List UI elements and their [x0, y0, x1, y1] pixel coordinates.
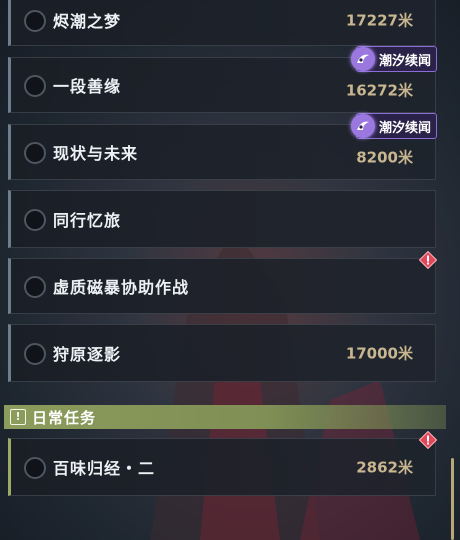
quest-row[interactable]: 现状与未来 8200米 潮汐续闻	[8, 113, 437, 180]
quest-name: 烬潮之梦	[53, 12, 122, 31]
quest-name: 现状与未来	[53, 144, 139, 163]
quest-row[interactable]: 同行忆旅	[8, 190, 436, 248]
quest-checkbox[interactable]	[24, 10, 46, 32]
quest-distance: 17227米	[345, 11, 413, 30]
quest-checkbox[interactable]	[24, 276, 46, 298]
tidal-tag-label: 潮汐续闻	[378, 53, 431, 69]
exclamation-icon: !	[10, 409, 26, 425]
tidal-tag: 潮汐续闻	[350, 46, 437, 72]
quest-checkbox[interactable]	[24, 75, 46, 97]
daily-section-header[interactable]: ! 日常任务	[4, 405, 446, 429]
alert-icon	[419, 251, 437, 269]
quest-checkbox[interactable]	[24, 343, 46, 365]
quest-name: 虚质磁暴协助作战	[53, 278, 190, 297]
quest-row[interactable]: 狩原逐影 17000米	[8, 324, 436, 382]
section-title: 日常任务	[32, 409, 97, 427]
quest-name: 百味归经・二	[53, 459, 156, 478]
tidal-tag-label: 潮汐续闻	[378, 120, 431, 136]
tidal-tag-icon	[350, 47, 375, 71]
quest-checkbox[interactable]	[24, 457, 46, 479]
tidal-tag-icon	[350, 114, 375, 138]
quest-row[interactable]: 一段善缘 16272米 潮汐续闻	[8, 46, 437, 113]
quest-distance: 2862米	[356, 458, 413, 477]
quest-name: 同行忆旅	[53, 211, 122, 230]
tidal-tag: 潮汐续闻	[350, 113, 437, 139]
quest-distance: 8200米	[356, 148, 413, 167]
scrollbar[interactable]	[451, 458, 454, 540]
quest-row[interactable]: 烬潮之梦 17227米	[8, 0, 436, 46]
quest-distance: 16272米	[345, 81, 413, 100]
quest-distance: 17000米	[345, 344, 413, 363]
quest-row[interactable]: 虚质磁暴协助作战	[8, 251, 437, 314]
quest-row[interactable]: 百味归经・二 2862米	[8, 431, 437, 496]
quest-checkbox[interactable]	[24, 142, 46, 164]
alert-icon	[419, 431, 437, 449]
quest-checkbox[interactable]	[24, 209, 46, 231]
quest-name: 一段善缘	[53, 77, 122, 96]
quest-name: 狩原逐影	[53, 345, 122, 364]
